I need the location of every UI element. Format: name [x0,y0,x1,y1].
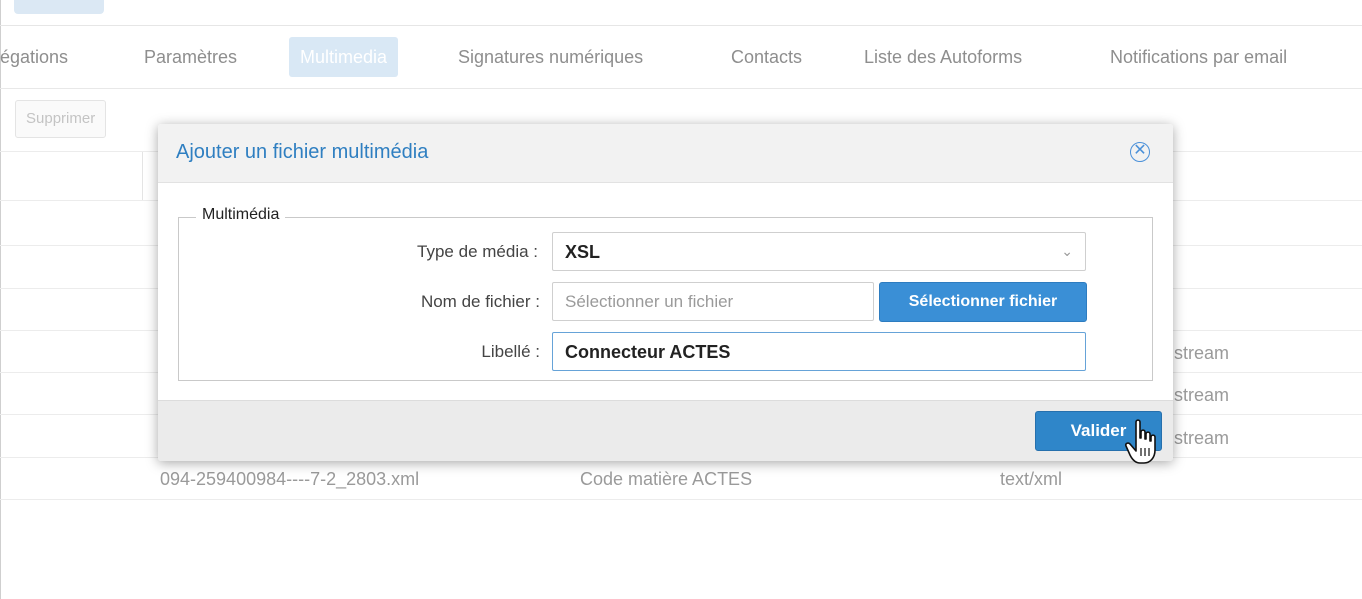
delete-button[interactable]: Supprimer [15,100,107,138]
table-cell-type: stream [1174,343,1230,363]
tab-bar: égations Paramètres Multimedia Signature… [0,37,1362,77]
libelle-input[interactable]: Connecteur ACTES [552,332,1086,371]
table-cell-label: Code matière ACTES [580,469,753,489]
hand-cursor-icon [1125,419,1156,464]
file-name-placeholder: Sélectionner un fichier [565,292,734,311]
media-type-select[interactable]: XSL ⌄ [552,232,1086,271]
file-name-input[interactable]: Sélectionner un fichier [552,282,874,321]
tab-liste-autoforms[interactable]: Liste des Autoforms [864,37,1022,77]
tab-notifications-email[interactable]: Notifications par email [1110,37,1287,77]
table-cell-type: text/xml [1000,469,1063,489]
table-cell-type: stream [1174,428,1230,448]
dialog-footer [158,400,1173,461]
close-circle-icon[interactable]: ✕ [1130,142,1150,162]
tab-contacts[interactable]: Contacts [731,37,802,77]
column-separator [142,152,143,200]
tab-parametres[interactable]: Paramètres [144,37,237,77]
table-cell-type: stream [1174,385,1230,405]
tab-delegations[interactable]: égations [0,37,68,77]
tab-signatures-numeriques[interactable]: Signatures numériques [458,37,643,77]
table-row-divider [0,499,1362,500]
top-accent-bar [14,0,104,14]
libelle-value: Connecteur ACTES [565,342,731,362]
file-name-label: Nom de fichier : [420,292,540,311]
top-divider [0,25,1362,26]
chevron-down-icon: ⌄ [1061,243,1073,259]
media-type-value: XSL [565,242,601,262]
dialog-title: Ajouter un fichier multimédia [176,141,429,163]
left-border [0,0,1,599]
dialog-header: Ajouter un fichier multimédia ✕ [158,124,1173,183]
libelle-label: Libellé : [481,342,540,361]
tabs-divider [0,88,1362,89]
select-file-button[interactable]: Sélectionner fichier [879,282,1087,322]
table-cell-file: 094-259400984----7-2_2803.xml [160,469,420,489]
tab-multimedia[interactable]: Multimedia [289,37,399,77]
add-multimedia-dialog: Ajouter un fichier multimédia ✕ Multiméd… [158,124,1173,461]
fieldset-legend: Multimédia [196,206,286,224]
media-type-label: Type de média : [417,242,538,261]
